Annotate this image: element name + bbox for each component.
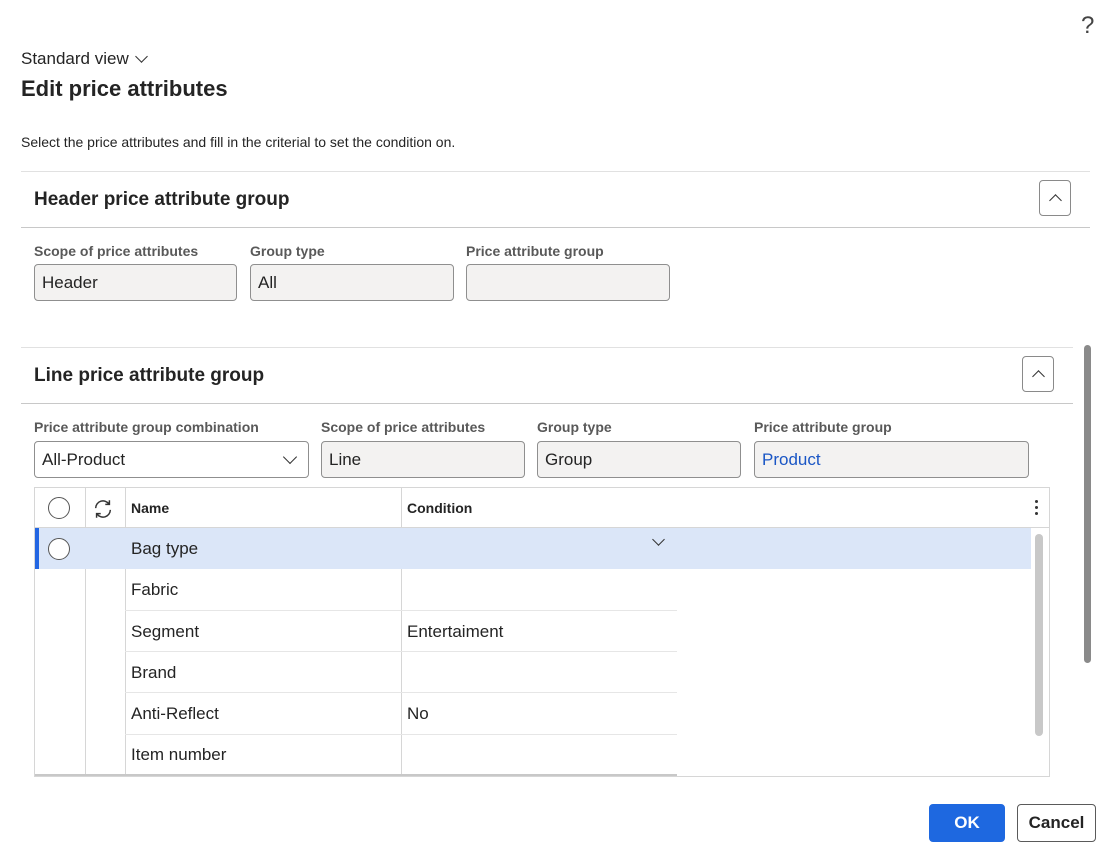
- combination-value: All-Product: [42, 449, 126, 469]
- cancel-button[interactable]: Cancel: [1017, 804, 1096, 842]
- page-description: Select the price attributes and fill in …: [21, 134, 456, 150]
- chevron-up-icon: [1031, 370, 1045, 383]
- line-group-collapse-button[interactable]: [1022, 356, 1054, 392]
- line-scope-label: Scope of price attributes: [321, 419, 486, 435]
- chevron-up-icon: [1048, 194, 1062, 207]
- line-group-title: Line price attribute group: [34, 365, 265, 386]
- line-price-attribute-group-field[interactable]: Product: [754, 441, 1029, 478]
- line-price-attribute-group-label: Price attribute group: [754, 419, 892, 435]
- header-scope-label: Scope of price attributes: [34, 243, 199, 259]
- chevron-down-icon: [282, 449, 298, 465]
- header-group-type-label: Group type: [250, 243, 325, 259]
- chevron-down-icon[interactable]: [652, 533, 665, 546]
- line-group-type-field[interactable]: Group: [537, 441, 741, 478]
- row-name: Bag type: [131, 539, 199, 558]
- header-group-type-field[interactable]: All: [250, 264, 454, 301]
- view-selector-label: Standard view: [21, 49, 129, 68]
- divider: [21, 171, 1090, 172]
- row-name: Item number: [131, 745, 227, 764]
- divider: [21, 403, 1073, 404]
- header-scope-field[interactable]: Header: [34, 264, 237, 301]
- page-scrollbar[interactable]: [1084, 345, 1091, 663]
- row-name: Segment: [131, 622, 200, 641]
- table-row[interactable]: Brand: [35, 652, 1031, 693]
- grid-header: Name Condition: [35, 488, 1049, 528]
- help-icon[interactable]: ?: [1081, 12, 1094, 40]
- line-scope-field[interactable]: Line: [321, 441, 525, 478]
- divider: [21, 347, 1073, 348]
- combination-select[interactable]: All-Product: [34, 441, 309, 478]
- grid-horizontal-scrollbar[interactable]: [35, 774, 677, 776]
- column-header-condition[interactable]: Condition: [407, 500, 472, 516]
- row-select-radio[interactable]: [48, 538, 70, 560]
- header-price-attribute-group-label: Price attribute group: [466, 243, 604, 259]
- column-header-name[interactable]: Name: [131, 500, 169, 516]
- divider: [21, 227, 1090, 228]
- table-row[interactable]: Fabric: [35, 569, 1031, 610]
- table-row[interactable]: Item number: [35, 734, 1031, 775]
- header-group-collapse-button[interactable]: [1039, 180, 1071, 216]
- refresh-icon[interactable]: [92, 498, 114, 520]
- table-row[interactable]: Anti-Reflect No: [35, 693, 1031, 734]
- chevron-down-icon: [134, 50, 148, 63]
- price-attributes-grid: Name Condition Bag type Fabric Segment E…: [34, 487, 1050, 777]
- row-name: Anti-Reflect: [131, 704, 219, 723]
- grid-vertical-scrollbar[interactable]: [1035, 534, 1043, 736]
- header-price-attribute-group-field[interactable]: [466, 264, 670, 301]
- page-title: Edit price attributes: [21, 76, 228, 101]
- header-group-title: Header price attribute group: [34, 189, 290, 210]
- row-name: Brand: [131, 663, 177, 682]
- row-name: Fabric: [131, 580, 179, 599]
- select-all-radio[interactable]: [48, 497, 70, 519]
- more-options-icon[interactable]: [1035, 500, 1039, 515]
- table-row[interactable]: Bag type: [35, 528, 1031, 569]
- selected-row-indicator: [35, 528, 39, 569]
- row-condition[interactable]: No: [407, 704, 429, 724]
- view-selector[interactable]: Standard view: [21, 49, 148, 69]
- line-group-type-label: Group type: [537, 419, 612, 435]
- combination-label: Price attribute group combination: [34, 419, 259, 435]
- row-condition[interactable]: Entertaiment: [407, 622, 503, 642]
- table-row[interactable]: Segment Entertaiment: [35, 611, 1031, 652]
- ok-button[interactable]: OK: [929, 804, 1005, 842]
